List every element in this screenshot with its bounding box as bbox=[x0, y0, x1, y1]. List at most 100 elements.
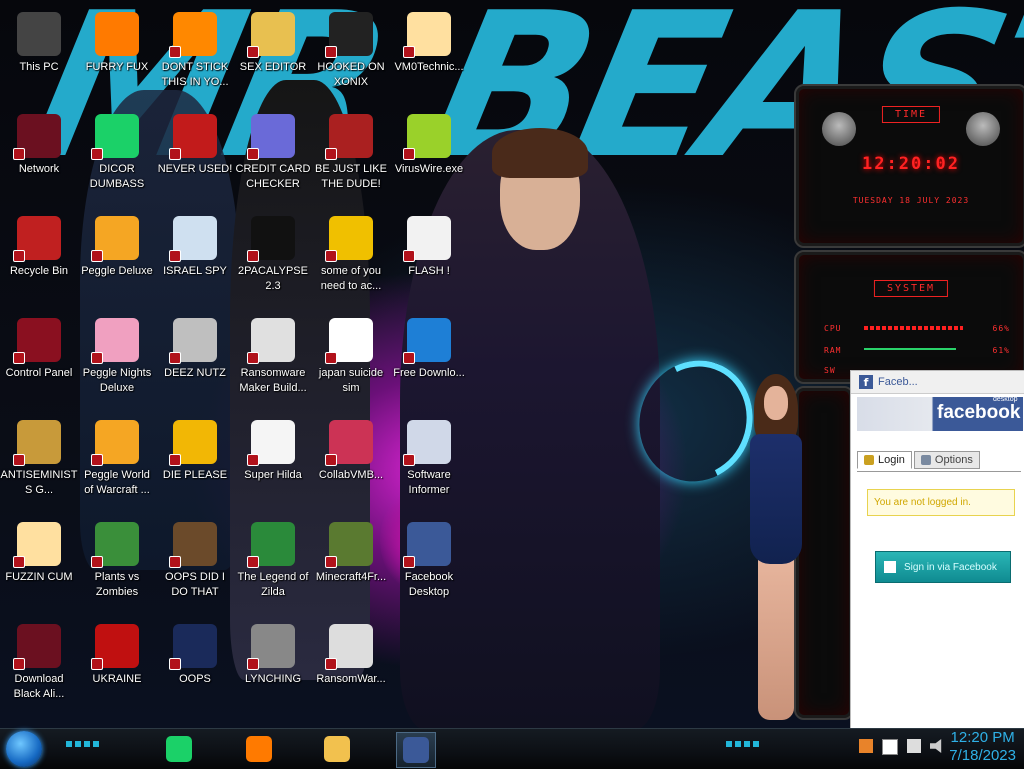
desktop-icon[interactable]: LYNCHING bbox=[234, 616, 312, 716]
taskbar-app-button[interactable] bbox=[396, 732, 436, 768]
desktop-icon[interactable]: FURRY FUX bbox=[78, 4, 156, 104]
desktop-icon[interactable]: 2PACALYPSE 2.3 bbox=[234, 208, 312, 308]
desktop-icon[interactable]: SEX EDITOR bbox=[234, 4, 312, 104]
peggle-nights-icon bbox=[91, 318, 139, 364]
shortcut-badge-icon bbox=[169, 250, 181, 262]
desktop-icon-label: Peggle World of Warcraft ... bbox=[84, 469, 150, 496]
desktop-icon[interactable]: This PC bbox=[0, 4, 78, 104]
desktop-icon[interactable]: ISRAEL SPY bbox=[156, 208, 234, 308]
desktop-icon[interactable]: CREDIT CARD CHECKER bbox=[234, 106, 312, 206]
shortcut-badge-icon bbox=[325, 658, 337, 670]
desktop-icon-label: FURRY FUX bbox=[85, 61, 149, 73]
desktop-icon[interactable]: Recycle Bin bbox=[0, 208, 78, 308]
desktop-icon[interactable]: RansomWar... bbox=[312, 616, 390, 716]
desktop-icon-label: HOOKED ON XONIX bbox=[317, 61, 385, 88]
start-button[interactable] bbox=[6, 731, 42, 767]
ram-value: 61% bbox=[992, 346, 1010, 355]
tab-options[interactable]: Options bbox=[913, 451, 980, 469]
pixel-sprite-icon bbox=[247, 420, 295, 466]
desktop-icon[interactable]: Free Downlo... bbox=[390, 310, 468, 410]
desktop-icon[interactable]: HOOKED ON XONIX bbox=[312, 4, 390, 104]
network-icon[interactable] bbox=[907, 739, 921, 753]
desktop-icon[interactable]: FLASH ! bbox=[390, 208, 468, 308]
shortcut-badge-icon bbox=[325, 148, 337, 160]
desktop-icon[interactable]: DONT STICK THIS IN YO... bbox=[156, 4, 234, 104]
desktop-icon[interactable]: Download Black Ali... bbox=[0, 616, 78, 716]
facebook-gadget[interactable]: f Faceb... desktop facebook Login Option… bbox=[850, 370, 1024, 730]
desktop-icon[interactable]: VirusWire.exe bbox=[390, 106, 468, 206]
desktop-icon[interactable]: DEEZ NUTZ bbox=[156, 310, 234, 410]
shortcut-badge-icon bbox=[91, 658, 103, 670]
minecraft-block-icon bbox=[325, 522, 373, 568]
desktop-icon[interactable]: FUZZIN CUM bbox=[0, 514, 78, 614]
desktop-icon-label: VM0Technic... bbox=[394, 61, 464, 73]
desktop-icon-label: ISRAEL SPY bbox=[163, 265, 227, 277]
desktop-icon-label: japan suicide sim bbox=[318, 367, 384, 394]
desktop-icon[interactable]: Ransomware Maker Build... bbox=[234, 310, 312, 410]
shortcut-badge-icon bbox=[403, 250, 415, 262]
desktop-icon[interactable]: Plants vs Zombies bbox=[78, 514, 156, 614]
desktop-icon-label: The Legend of Zilda bbox=[237, 571, 309, 598]
desktop-icon[interactable]: Facebook Desktop bbox=[390, 514, 468, 614]
desktop-icon-label: FLASH ! bbox=[408, 265, 450, 277]
system-gadget[interactable]: SYSTEM CPU 66% RAM 61% SW bbox=[794, 250, 1024, 384]
cpu-row: CPU 66% bbox=[824, 324, 1010, 333]
desktop-icon[interactable]: OOPS DID I DO THAT bbox=[156, 514, 234, 614]
book-icon bbox=[169, 624, 217, 670]
desktop-icon[interactable]: Network bbox=[0, 106, 78, 206]
desktop-icon-label: 2PACALYPSE 2.3 bbox=[238, 265, 308, 292]
monitor-icon bbox=[325, 420, 373, 466]
volume-icon[interactable] bbox=[930, 739, 942, 753]
desktop-icon[interactable]: DICOR DUMBASS bbox=[78, 106, 156, 206]
taskbar-clock[interactable]: 12:20 PM 7/18/2023 bbox=[949, 729, 1016, 765]
desktop-icon[interactable]: NEVER USED! bbox=[156, 106, 234, 206]
shortcut-badge-icon bbox=[13, 148, 25, 160]
desktop-icon[interactable]: Peggle Deluxe bbox=[78, 208, 156, 308]
sign-in-facebook-button[interactable]: Sign in via Facebook bbox=[875, 551, 1011, 583]
desktop-icon[interactable]: japan suicide sim bbox=[312, 310, 390, 410]
desktop-icon[interactable]: OOPS bbox=[156, 616, 234, 716]
show-desktop-button[interactable] bbox=[1020, 729, 1024, 769]
desktop-icon-label: Ransomware Maker Build... bbox=[239, 367, 307, 394]
desktop-icon[interactable]: DIE PLEASE bbox=[156, 412, 234, 512]
shortcut-badge-icon bbox=[13, 250, 25, 262]
facebook-gadget-header[interactable]: f Faceb... bbox=[851, 371, 1024, 394]
desktop-icon-label: CREDIT CARD CHECKER bbox=[235, 163, 311, 190]
overlay-dress bbox=[750, 434, 802, 564]
desktop-icon[interactable]: BE JUST LIKE THE DUDE! bbox=[312, 106, 390, 206]
desktop-icon[interactable]: Control Panel bbox=[0, 310, 78, 410]
money-bag-icon bbox=[13, 420, 61, 466]
desktop-icon[interactable]: Minecraft4Fr... bbox=[312, 514, 390, 614]
desktop-icon[interactable]: Peggle Nights Deluxe bbox=[78, 310, 156, 410]
desktop-icon[interactable]: Super Hilda bbox=[234, 412, 312, 512]
desktop-icon[interactable]: CollabVMB... bbox=[312, 412, 390, 512]
facebook-tabs: Login Options bbox=[857, 451, 980, 469]
desktop-character-overlay[interactable] bbox=[732, 374, 822, 724]
desktop-icon-label: Control Panel bbox=[5, 367, 73, 379]
shortcut-badge-icon bbox=[325, 454, 337, 466]
vlc-tray-icon[interactable] bbox=[859, 739, 873, 753]
taskbar-app-button[interactable] bbox=[160, 732, 198, 766]
desktop-icon[interactable]: some of you need to ac... bbox=[312, 208, 390, 308]
desktop-icon[interactable]: ANTISEMINISTS G... bbox=[0, 412, 78, 512]
notification-flag-icon[interactable] bbox=[882, 739, 898, 755]
shortcut-badge-icon bbox=[247, 148, 259, 160]
tab-login[interactable]: Login bbox=[857, 451, 912, 469]
taskbar-app-button[interactable] bbox=[240, 732, 278, 766]
desktop-icon[interactable]: VM0Technic... bbox=[390, 4, 468, 104]
desktop-icon[interactable]: Peggle World of Warcraft ... bbox=[78, 412, 156, 512]
desktop-icon-label: LYNCHING bbox=[244, 673, 302, 685]
desktop-icon[interactable]: The Legend of Zilda bbox=[234, 514, 312, 614]
taskbar-app-button[interactable] bbox=[318, 732, 356, 766]
hxd-icon bbox=[247, 12, 295, 58]
desktop-icon[interactable]: Software Informer bbox=[390, 412, 468, 512]
clock-gadget-title: TIME bbox=[881, 106, 941, 123]
ram-row: RAM 61% bbox=[824, 346, 1010, 355]
overlay-face bbox=[764, 386, 788, 420]
shortcut-badge-icon bbox=[169, 352, 181, 364]
clock-gadget[interactable]: TIME 12:20:02 TUESDAY 18 JULY 2023 bbox=[794, 84, 1024, 248]
desktop-icon-label: DEEZ NUTZ bbox=[164, 367, 226, 379]
desktop-icon[interactable]: UKRAINE bbox=[78, 616, 156, 716]
shortcut-badge-icon bbox=[325, 46, 337, 58]
shortcut-badge-icon bbox=[169, 148, 181, 160]
